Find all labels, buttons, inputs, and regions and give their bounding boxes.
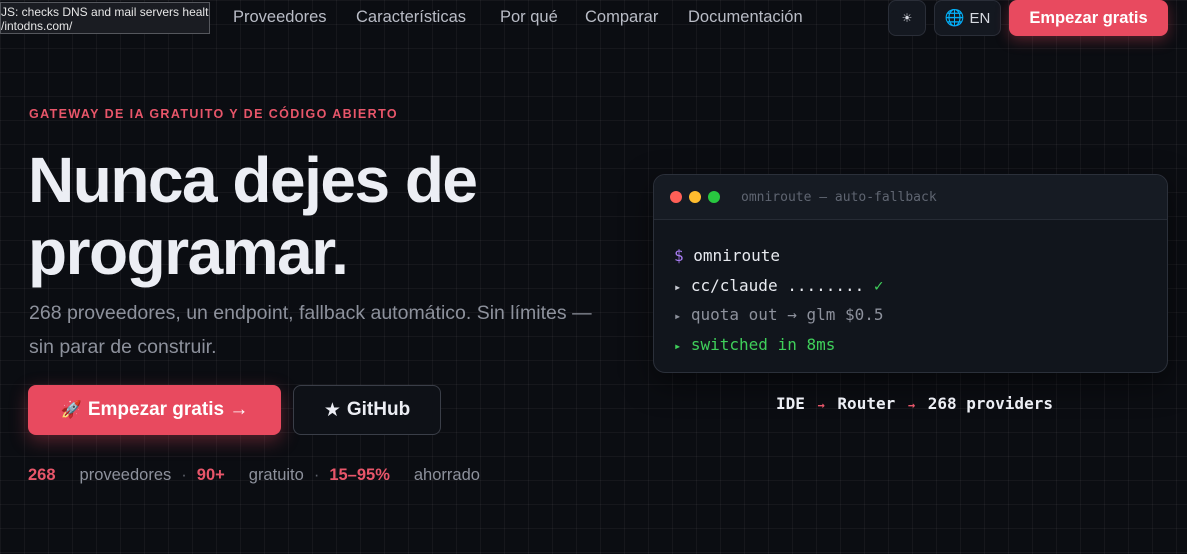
nav-start-free-button[interactable]: Empezar gratis xyxy=(1009,0,1168,36)
terminal-titlebar: omniroute — auto-fallback xyxy=(654,175,1167,220)
terminal-marker-icon: ▸ xyxy=(674,338,682,353)
terminal-line: ▸ cc/claude ........ ✓ xyxy=(674,271,1147,301)
check-icon: ✓ xyxy=(873,275,884,295)
terminal-body: $ omniroute ▸ cc/claude ........ ✓ ▸ quo… xyxy=(654,220,1167,359)
terminal-marker-icon: ▸ xyxy=(674,279,682,294)
headline-line-2: programar. xyxy=(28,216,349,288)
theme-toggle-button[interactable]: ☀ xyxy=(888,0,926,36)
stat-label-providers: proveedores xyxy=(79,466,172,484)
terminal-window: omniroute — auto-fallback $ omniroute ▸ … xyxy=(653,174,1168,373)
hero-headline: Nunca dejes de programar. xyxy=(28,144,588,288)
start-free-button[interactable]: 🚀 Empezar gratis → xyxy=(28,385,281,435)
stat-label-saved: ahorrado xyxy=(413,466,480,484)
flow-item-ide: IDE xyxy=(776,394,805,413)
terminal-text: switched in 8ms xyxy=(690,334,836,354)
close-dot-icon xyxy=(670,191,682,203)
top-nav: Proveedores Características Por qué Comp… xyxy=(0,0,1187,37)
terminal-marker-icon: ▸ xyxy=(674,309,682,323)
terminal-line: $ omniroute xyxy=(674,241,1147,271)
nav-link-documentacion[interactable]: Documentación xyxy=(688,8,803,27)
minimize-dot-icon xyxy=(689,191,701,203)
stat-label-free: gratuito xyxy=(248,466,304,484)
terminal-text: quota out → glm $0.5 xyxy=(690,305,884,324)
flow-item-providers: 268 providers xyxy=(927,394,1053,413)
stat-value-saved: 15–95% xyxy=(329,466,390,484)
start-free-label: Empezar gratis → xyxy=(87,399,249,420)
arrow-right-icon: → xyxy=(907,398,916,412)
star-icon: ★ xyxy=(323,399,341,421)
terminal-command: omniroute xyxy=(693,246,780,265)
nav-link-proveedores[interactable]: Proveedores xyxy=(233,8,327,27)
nav-link-por-que[interactable]: Por qué xyxy=(500,8,558,27)
github-button[interactable]: ★ GitHub xyxy=(293,385,441,435)
terminal-text: cc/claude ........ xyxy=(690,275,865,295)
nav-link-caracteristicas[interactable]: Características xyxy=(356,8,466,27)
globe-icon: 🌐 xyxy=(944,10,965,27)
headline-line-1: Nunca dejes de xyxy=(28,144,478,216)
hero-subtitle: 268 proveedores, un endpoint, fallback a… xyxy=(29,302,592,358)
stat-value-free: 90+ xyxy=(196,466,225,484)
rocket-icon: 🚀 xyxy=(60,400,82,419)
language-selector[interactable]: 🌐 EN xyxy=(934,0,1001,36)
terminal-line: ▸ switched in 8ms xyxy=(674,330,1147,360)
routing-flow: IDE → Router → 268 providers xyxy=(776,394,1053,413)
terminal-line: ▸ quota out → glm $0.5 xyxy=(674,300,1147,330)
stat-separator: · xyxy=(181,466,187,484)
hero-eyebrow: GATEWAY DE IA GRATUITO Y DE CÓDIGO ABIER… xyxy=(29,107,399,121)
stat-value-providers: 268 xyxy=(28,466,56,484)
hero-stats: 268 proveedores · 90+ gratuito · 15–95% … xyxy=(28,466,480,485)
arrow-right-icon: → xyxy=(817,398,825,412)
nav-link-comparar[interactable]: Comparar xyxy=(585,8,658,27)
terminal-title: omniroute — auto-fallback xyxy=(741,189,937,205)
stat-separator: · xyxy=(313,466,320,484)
terminal-prompt: $ xyxy=(674,246,684,265)
github-label: GitHub xyxy=(346,399,411,420)
language-label: EN xyxy=(969,9,991,27)
flow-item-router: Router xyxy=(837,394,896,413)
sun-icon: ☀ xyxy=(901,11,913,25)
maximize-dot-icon xyxy=(708,191,720,203)
